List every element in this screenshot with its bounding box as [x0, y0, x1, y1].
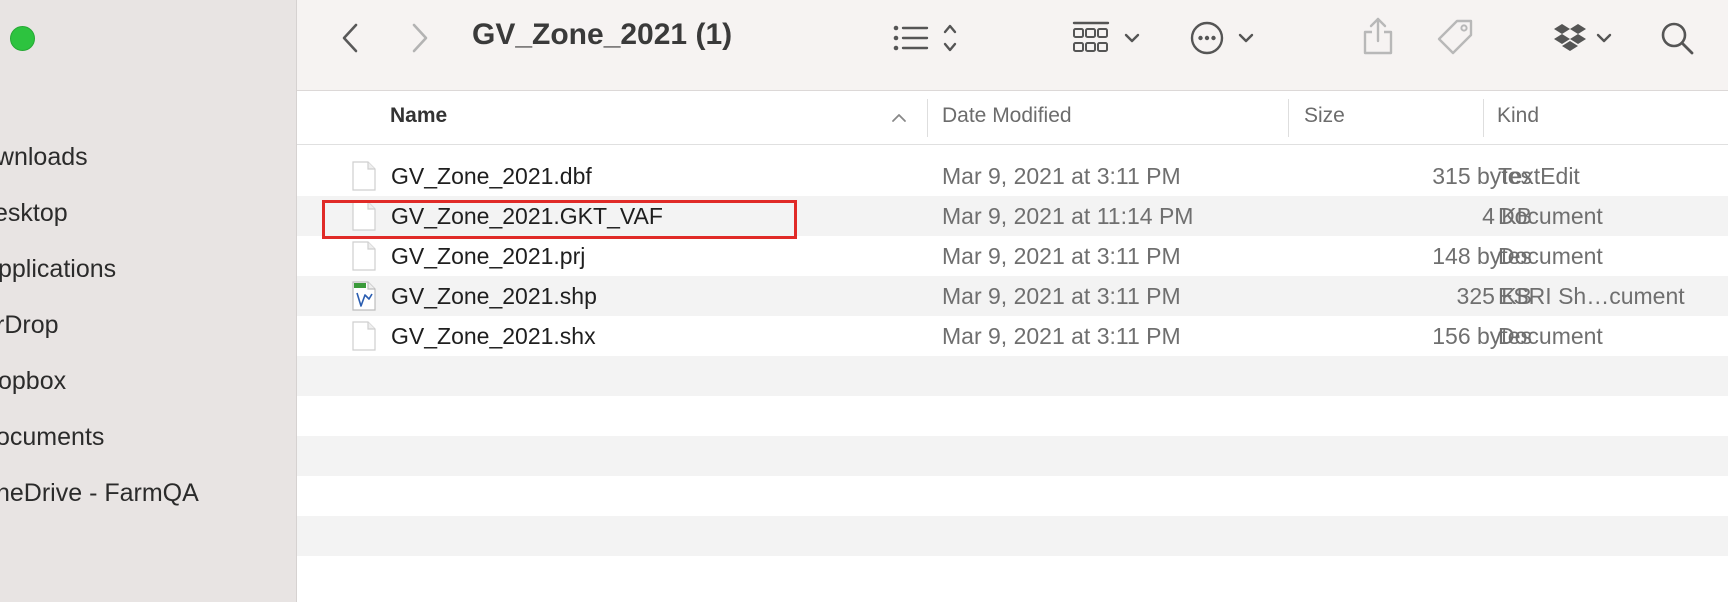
file-kind: Document [1498, 243, 1603, 269]
file-row[interactable]: GV_Zone_2021.shp Mar 9, 2021 at 3:11 PM … [297, 276, 1728, 316]
sidebar-item-onedrive[interactable]: neDrive - FarmQA [0, 473, 199, 513]
window-title: GV_Zone_2021 (1) [472, 18, 733, 51]
file-name: GV_Zone_2021.GKT_VAF [391, 203, 663, 229]
list-view-icon [893, 24, 957, 52]
action-menu-button[interactable] [1190, 18, 1262, 58]
column-divider[interactable] [927, 99, 928, 137]
file-kind: TextEdit [1498, 163, 1580, 189]
dropbox-icon [1554, 24, 1612, 51]
search-button[interactable] [1658, 18, 1696, 58]
dropbox-button[interactable] [1553, 20, 1619, 56]
file-date-modified: Mar 9, 2021 at 3:11 PM [942, 163, 1181, 189]
grid-group-icon [1072, 21, 1140, 52]
view-mode-button[interactable] [892, 20, 962, 56]
sidebar-item-documents[interactable]: ocuments [0, 417, 104, 457]
share-icon [1363, 17, 1393, 55]
file-name: GV_Zone_2021.dbf [391, 163, 592, 189]
forward-button[interactable] [405, 20, 435, 56]
document-icon [352, 321, 376, 351]
sidebar-item-downloads[interactable]: ownloads [0, 137, 88, 177]
document-icon [352, 201, 376, 231]
sidebar: es ownloads esktop pplications rDrop opb… [0, 0, 297, 602]
toolbar: GV_Zone_2021 (1) [297, 0, 1728, 91]
file-kind: Document [1498, 323, 1603, 349]
chevron-left-icon [342, 23, 358, 53]
column-divider[interactable] [1483, 99, 1484, 137]
empty-row [297, 516, 1728, 556]
file-row[interactable]: GV_Zone_2021.shx Mar 9, 2021 at 3:11 PM … [297, 316, 1728, 356]
sort-ascending-icon [892, 114, 906, 122]
ellipsis-circle-icon [1190, 21, 1254, 55]
file-name: GV_Zone_2021.shp [391, 283, 597, 309]
column-header-size[interactable]: Size [1304, 104, 1345, 128]
column-header-bar: Name Date Modified Size Kind [297, 91, 1728, 145]
zoom-window-button[interactable] [10, 26, 35, 51]
file-date-modified: Mar 9, 2021 at 3:11 PM [942, 323, 1181, 349]
column-divider[interactable] [1288, 99, 1289, 137]
file-name: GV_Zone_2021.shx [391, 323, 596, 349]
file-date-modified: Mar 9, 2021 at 3:11 PM [942, 283, 1181, 309]
empty-row [297, 436, 1728, 476]
group-button[interactable] [1072, 18, 1146, 58]
file-row[interactable]: GV_Zone_2021.GKT_VAF Mar 9, 2021 at 11:1… [297, 196, 1728, 236]
file-list: GV_Zone_2021.dbf Mar 9, 2021 at 3:11 PM … [297, 156, 1728, 602]
document-icon [352, 241, 376, 271]
sidebar-item-applications[interactable]: pplications [0, 249, 116, 289]
column-header-date-modified[interactable]: Date Modified [942, 104, 1072, 128]
search-icon [1661, 22, 1694, 55]
finder-window: es ownloads esktop pplications rDrop opb… [0, 0, 1728, 602]
shp-file-icon [352, 281, 376, 311]
sidebar-item-desktop[interactable]: esktop [0, 193, 68, 233]
empty-row [297, 476, 1728, 516]
file-kind: ESRI Sh…cument [1498, 283, 1685, 309]
document-icon [352, 161, 376, 191]
chevron-right-icon [412, 23, 428, 53]
empty-row [297, 556, 1728, 596]
file-date-modified: Mar 9, 2021 at 11:14 PM [942, 203, 1194, 229]
sidebar-item-dropbox[interactable]: opbox [0, 361, 66, 401]
column-header-name[interactable]: Name [390, 104, 447, 128]
share-button[interactable] [1360, 15, 1396, 57]
tag-button[interactable] [1434, 17, 1476, 59]
file-kind: Document [1498, 203, 1603, 229]
file-name: GV_Zone_2021.prj [391, 243, 586, 269]
empty-row [297, 396, 1728, 436]
tag-icon [1437, 19, 1473, 55]
back-button[interactable] [335, 20, 365, 56]
file-row[interactable]: GV_Zone_2021.dbf Mar 9, 2021 at 3:11 PM … [297, 156, 1728, 196]
column-header-kind[interactable]: Kind [1497, 104, 1539, 128]
file-row[interactable]: GV_Zone_2021.prj Mar 9, 2021 at 3:11 PM … [297, 236, 1728, 276]
sidebar-item-airdrop[interactable]: rDrop [0, 305, 59, 345]
file-date-modified: Mar 9, 2021 at 3:11 PM [942, 243, 1181, 269]
empty-row [297, 356, 1728, 396]
